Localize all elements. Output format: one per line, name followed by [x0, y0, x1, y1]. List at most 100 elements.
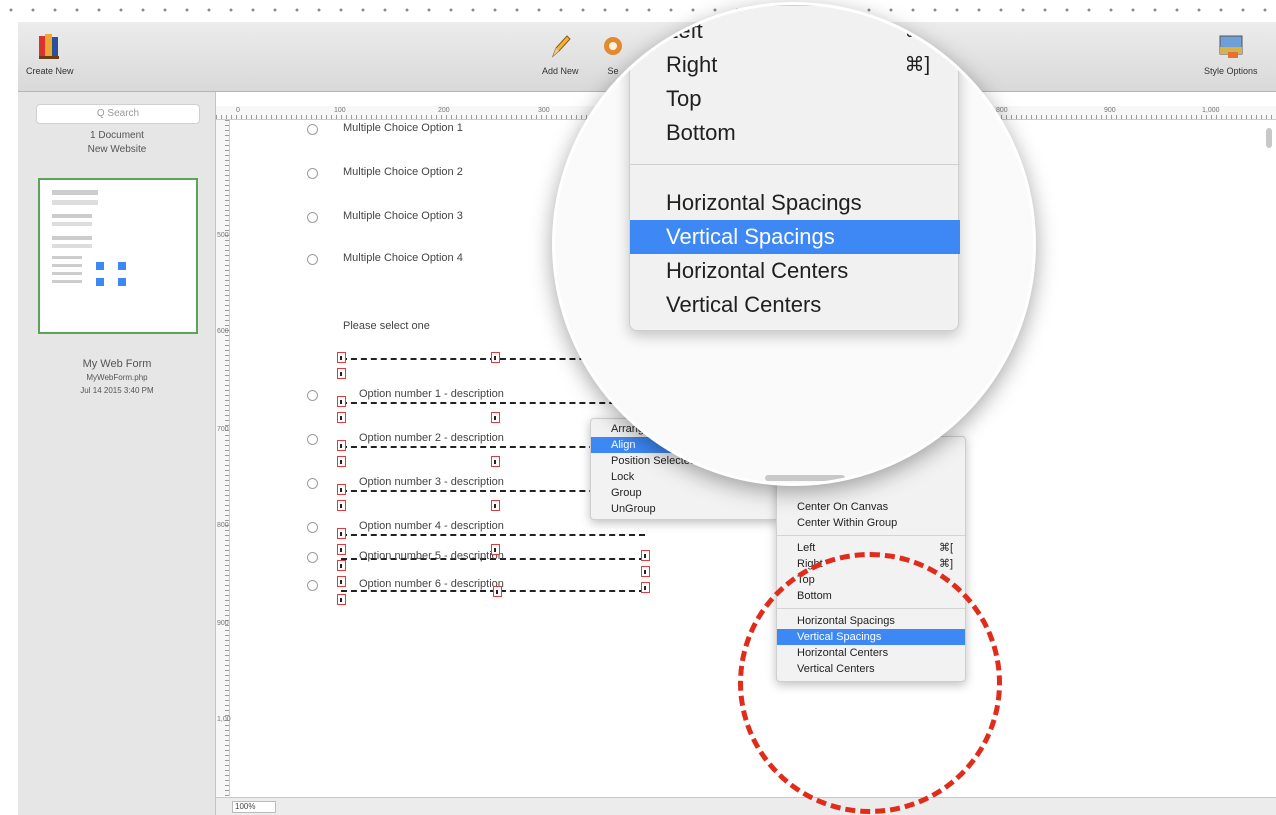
magnified-align-menu: Left ⌘[ Right ⌘] Top Bottom Horizontal S… [629, 5, 960, 331]
style-options-label: Style Options [1204, 66, 1258, 76]
style-options-button[interactable]: Style Options [1204, 32, 1258, 76]
resize-handle[interactable] [337, 544, 346, 555]
settings-button[interactable]: Se [600, 32, 626, 76]
status-bar: 100% [216, 797, 1276, 815]
menu-item-center-on-canvas[interactable]: Center On Canvas [777, 499, 965, 515]
selection-edge [341, 402, 645, 404]
radio-button[interactable] [307, 212, 318, 223]
option-item[interactable]: Option number 3 - description [359, 476, 504, 488]
resize-handle[interactable] [641, 550, 650, 561]
resize-handle[interactable] [641, 582, 650, 593]
magnified-scroll-indicator [765, 475, 845, 481]
page-date: Jul 14 2015 3:40 PM [80, 386, 154, 395]
radio-button[interactable] [307, 390, 318, 401]
ruler-label: 800 [217, 522, 229, 529]
create-new-label: Create New [26, 66, 74, 76]
annotation-circle [738, 552, 1002, 814]
radio-button[interactable] [307, 552, 318, 563]
menu-item-ungroup[interactable]: UnGroup [591, 501, 779, 517]
vertical-ruler: 500 600 700 800 900 1,000 [216, 120, 235, 796]
search-input[interactable]: Q Search [36, 104, 200, 124]
page-file: MyWebForm.php [86, 373, 148, 382]
radio-button[interactable] [307, 522, 318, 533]
resize-handle[interactable] [337, 412, 346, 423]
choice-option: Multiple Choice Option 4 [343, 252, 463, 264]
shortcut-label: ⌘] [938, 558, 953, 570]
menu-separator [777, 535, 965, 536]
ruler-label: 100 [334, 107, 346, 114]
ruler-label: 700 [217, 426, 229, 433]
resize-handle[interactable] [337, 560, 346, 571]
option-item[interactable]: Option number 5 - description [359, 550, 504, 562]
ruler-label: 900 [1104, 107, 1116, 114]
shortcut-label: ⌘[ [938, 542, 953, 554]
resize-handle[interactable] [491, 352, 500, 363]
magnified-item-top: Top [666, 86, 702, 111]
magnified-item-vertical-centers: Vertical Centers [666, 292, 822, 317]
magnified-item-bottom: Bottom [666, 120, 736, 145]
sidebar: Q Search 1 Document New Website My Web F… [18, 92, 216, 815]
radio-button[interactable] [307, 434, 318, 445]
menu-item-center-within-group[interactable]: Center Within Group [777, 515, 965, 531]
page-name: My Web Form [82, 358, 152, 370]
radio-button[interactable] [307, 168, 318, 179]
choice-option: Multiple Choice Option 3 [343, 210, 463, 222]
resize-handle[interactable] [491, 500, 500, 511]
resize-handle[interactable] [491, 456, 500, 467]
radio-button[interactable] [307, 580, 318, 591]
option-item[interactable]: Option number 4 - description [359, 520, 504, 532]
resize-handle[interactable] [493, 586, 502, 597]
resize-handle[interactable] [337, 396, 346, 407]
shortcut-label: ⌘[ [904, 20, 930, 42]
resize-handle[interactable] [337, 352, 346, 363]
add-new-button[interactable]: Add New [542, 32, 579, 76]
resize-handle[interactable] [337, 484, 346, 495]
resize-handle[interactable] [337, 500, 346, 511]
create-new-button[interactable]: Create New [26, 32, 74, 76]
menu-item-label: Left [797, 542, 816, 554]
radio-button[interactable] [307, 124, 318, 135]
vertical-scrollbar[interactable] [1266, 128, 1272, 148]
thumbnail-preview-image [52, 190, 126, 286]
magnifier-callout: Left ⌘[ Right ⌘] Top Bottom Horizontal S… [552, 2, 1036, 486]
palette-image-icon [1219, 35, 1243, 58]
selection-edge [341, 534, 645, 536]
resize-handle[interactable] [337, 594, 346, 605]
gear-icon [604, 37, 622, 55]
ruler-label: 0 [236, 107, 240, 114]
page-thumbnail[interactable] [38, 178, 198, 334]
option-item[interactable]: Option number 2 - description [359, 432, 504, 444]
magnified-item-horizontal-centers: Horizontal Centers [666, 258, 849, 283]
option-item[interactable]: Option number 1 - description [359, 388, 504, 400]
menu-item-group[interactable]: Group [591, 485, 779, 501]
resize-handle[interactable] [337, 528, 346, 539]
document-count: 1 Document [90, 130, 144, 141]
ruler-label: 500 [217, 232, 229, 239]
choice-option: Multiple Choice Option 2 [343, 166, 463, 178]
add-new-label: Add New [542, 66, 579, 76]
magnified-item-horizontal-spacings: Horizontal Spacings [666, 190, 862, 215]
magnified-item-right: Right ⌘] [630, 48, 960, 82]
pencil-icon [552, 35, 571, 58]
ruler-label: 300 [538, 107, 550, 114]
resize-handle[interactable] [491, 544, 500, 555]
resize-handle[interactable] [337, 576, 346, 587]
zoom-select[interactable]: 100% [232, 801, 276, 813]
resize-handle[interactable] [337, 440, 346, 451]
settings-label: Se [607, 66, 619, 76]
magnified-label: Right [666, 52, 718, 77]
resize-handle[interactable] [337, 368, 346, 379]
option-item[interactable]: Option number 6 - description [359, 578, 504, 590]
resize-handle[interactable] [641, 566, 650, 577]
resize-handle[interactable] [337, 456, 346, 467]
radio-button[interactable] [307, 254, 318, 265]
ruler-label: 900 [217, 620, 229, 627]
shortcut-label: ⌘] [904, 54, 930, 76]
books-icon [38, 34, 59, 59]
app-frame: Create New Add New Se Style Options Q Se… [0, 0, 1276, 815]
choice-option: Multiple Choice Option 1 [343, 122, 463, 134]
magnified-item-left: Left ⌘[ [630, 14, 960, 48]
select-prompt: Please select one [343, 320, 430, 332]
radio-button[interactable] [307, 478, 318, 489]
resize-handle[interactable] [491, 412, 500, 423]
